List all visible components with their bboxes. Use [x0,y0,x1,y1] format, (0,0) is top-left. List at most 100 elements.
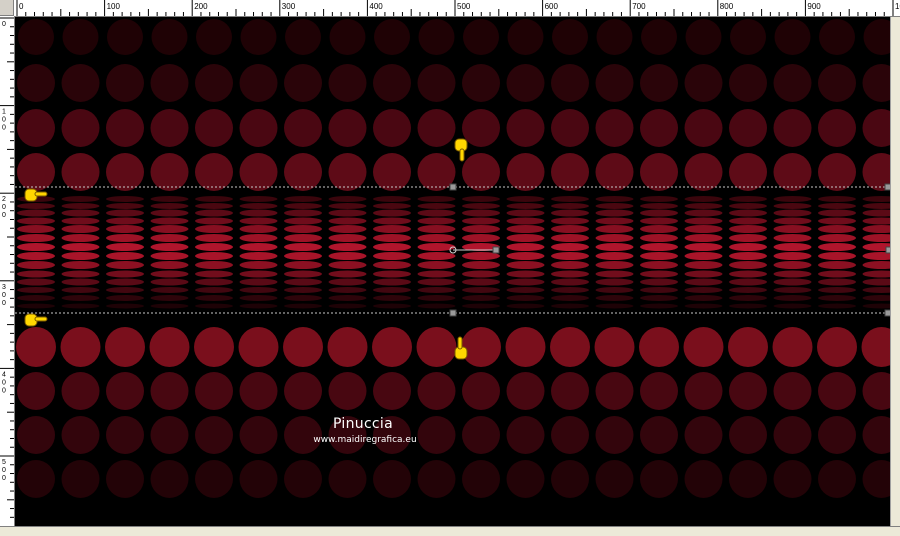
image-canvas[interactable]: Pinuccia www.maidiregrafica.eu [15,17,890,526]
pattern-dot [506,153,545,191]
pattern-ellipse [773,203,812,209]
pattern-dot [818,109,856,147]
pattern-dot [106,64,144,102]
guide-handle-icon[interactable] [449,309,457,317]
ruler-label: 0 [2,212,6,219]
ruler-label: 100 [107,2,121,11]
pattern-ellipse [150,287,189,293]
pattern-ellipse [417,270,456,278]
pattern-dot [684,153,723,191]
pattern-ellipse [17,278,55,286]
pattern-ellipse [106,303,144,309]
pattern-ellipse [195,270,233,278]
pattern-ellipse [640,203,678,209]
pattern-ellipse [239,287,278,293]
pattern-ellipse [284,234,322,242]
pattern-dot [284,153,322,191]
pattern-ellipse [284,261,322,269]
pattern-ellipse [417,303,456,309]
pattern-ellipse [328,252,367,260]
pattern-ellipse [818,243,856,251]
pattern-ellipse [640,295,678,301]
pattern-dot [372,327,412,367]
pattern-ellipse [61,270,100,278]
pattern-dot [551,64,589,102]
pattern-ellipse [506,209,545,217]
pattern-ellipse [150,243,189,251]
pattern-ellipse [551,252,589,260]
pattern-ellipse [150,252,189,260]
pattern-ellipse [862,270,890,278]
pattern-ellipse [818,261,856,269]
pattern-ellipse [328,203,367,209]
pattern-ellipse [150,209,189,217]
pattern-ellipse [773,243,812,251]
vertical-scrollbar[interactable] [890,17,900,526]
pattern-ellipse [640,270,678,278]
pattern-ellipse [195,252,233,260]
pattern-ellipse [61,196,100,202]
pattern-ellipse [818,270,856,278]
ruler-label: 4 [2,371,6,378]
pattern-ellipse [773,234,812,242]
pattern-ellipse [640,252,678,260]
pattern-dot [373,153,411,191]
pattern-ellipse [729,270,767,278]
pattern-dot [596,19,633,55]
pattern-ellipse [150,295,189,301]
pattern-dot [683,327,724,367]
pattern-ellipse [462,217,500,225]
pattern-ellipse [462,261,500,269]
pattern-ellipse [17,261,55,269]
pattern-ellipse [239,243,278,251]
pattern-dot [818,460,856,498]
pattern-dot [373,372,411,410]
ruler-label: 900 [807,2,821,11]
horizontal-ruler[interactable]: 0 100 200 300 400 500 600 700 800 900 1000 [14,0,900,17]
pattern-ellipse [61,287,100,293]
pattern-dot [417,109,456,147]
pattern-ellipse [61,252,100,260]
pattern-ellipse [462,287,500,293]
pattern-ellipse [729,203,767,209]
pattern-ellipse [195,196,233,202]
pattern-dot [150,64,189,102]
pattern-ellipse [684,209,723,217]
pattern-ellipse [284,217,322,225]
guide-handle-icon[interactable] [492,246,500,254]
pattern-ellipse [684,287,723,293]
pattern-ellipse [328,209,367,217]
pattern-ellipse [106,209,144,217]
pattern-ellipse [729,278,767,286]
pattern-dot [17,416,55,454]
pattern-ellipse [328,234,367,242]
pattern-dot [506,64,545,102]
pattern-ellipse [106,278,144,286]
pattern-ellipse [729,287,767,293]
pattern-ellipse [506,234,545,242]
pattern-dot [284,372,322,410]
pattern-ellipse [684,196,723,202]
pattern-ellipse [595,287,634,293]
guide-handle-icon[interactable] [449,183,457,191]
pattern-dot [862,372,890,410]
pattern-ellipse [684,303,723,309]
pattern-dot [106,153,144,191]
pattern-dot [640,153,678,191]
pattern-ellipse [462,209,500,217]
pattern-dot [239,372,278,410]
pattern-ellipse [328,287,367,293]
pattern-ellipse [17,234,55,242]
pattern-ellipse [61,278,100,286]
pattern-dot [284,64,322,102]
pattern-dot [729,460,767,498]
pattern-ellipse [818,196,856,202]
pattern-dot [195,460,233,498]
pattern-dot [284,109,322,147]
pattern-ellipse [373,303,411,309]
pattern-ellipse [773,225,812,233]
pattern-dot [373,109,411,147]
pattern-ellipse [595,295,634,301]
vertical-ruler[interactable]: 0100200300400500 [0,16,15,526]
pattern-ellipse [595,243,634,251]
